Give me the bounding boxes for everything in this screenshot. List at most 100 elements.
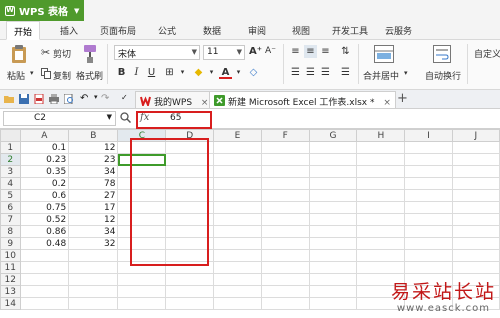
grid-cell[interactable] xyxy=(308,249,358,262)
grid-cell[interactable] xyxy=(68,273,119,286)
grid-cell[interactable] xyxy=(260,165,310,178)
grid-cell[interactable] xyxy=(404,261,453,274)
grid-cell[interactable] xyxy=(451,237,500,250)
export-pdf-icon[interactable] xyxy=(34,94,44,104)
grid-cell[interactable] xyxy=(19,249,70,262)
orientation-icon[interactable]: ⇅ xyxy=(339,45,352,58)
tab-cloud-services[interactable]: 云服务 xyxy=(385,24,412,37)
grid-cell[interactable] xyxy=(451,141,500,154)
new-tab-icon[interactable]: + xyxy=(397,91,408,106)
grid-cell[interactable] xyxy=(308,177,358,190)
row-header[interactable]: 8 xyxy=(0,225,21,238)
grid-cell[interactable] xyxy=(308,213,358,226)
grid-cell[interactable] xyxy=(404,165,453,178)
grid-cell[interactable] xyxy=(356,177,406,190)
zoom-icon[interactable] xyxy=(120,112,131,123)
grid-cell[interactable] xyxy=(260,189,310,202)
grid-cell[interactable] xyxy=(213,213,262,226)
align-left-icon[interactable]: ☰ xyxy=(289,66,302,79)
print-preview-icon[interactable] xyxy=(64,94,74,104)
grid-cell[interactable] xyxy=(260,297,310,310)
row-header[interactable]: 4 xyxy=(0,177,21,190)
grid-cell[interactable] xyxy=(213,165,262,178)
align-bottom-icon[interactable]: ≡ xyxy=(319,45,332,58)
grid-cell[interactable]: 0.6 xyxy=(19,189,70,202)
grid-cell[interactable] xyxy=(308,153,358,166)
grid-cell[interactable]: 0.52 xyxy=(19,213,70,226)
grid-cell[interactable] xyxy=(308,297,358,310)
tab-developer-tools[interactable]: 开发工具 xyxy=(332,24,368,37)
grid-cell[interactable] xyxy=(404,213,453,226)
grid-cell[interactable] xyxy=(404,177,453,190)
row-header[interactable]: 5 xyxy=(0,189,21,202)
grid-cell[interactable] xyxy=(356,141,406,154)
column-header[interactable]: E xyxy=(213,129,262,142)
grid-cell[interactable]: 78 xyxy=(68,177,119,190)
font-name-select[interactable]: 宋体 ▼ xyxy=(114,45,200,60)
grid-cell[interactable] xyxy=(308,273,358,286)
column-header[interactable]: J xyxy=(451,129,500,142)
row-header[interactable]: 10 xyxy=(0,249,21,262)
wps-app-menu-button[interactable]: W WPS 表格 ▼ xyxy=(0,0,84,21)
grid-cell[interactable] xyxy=(213,273,262,286)
grid-cell[interactable] xyxy=(451,165,500,178)
grid-cell[interactable] xyxy=(451,249,500,262)
grid-cell[interactable] xyxy=(260,201,310,214)
close-icon[interactable]: × xyxy=(201,98,209,108)
name-box[interactable]: C2 ▼ xyxy=(3,111,116,126)
grid-cell[interactable]: 34 xyxy=(68,165,119,178)
grid-cell[interactable] xyxy=(451,153,500,166)
grid-cell[interactable] xyxy=(308,141,358,154)
grid-cell[interactable]: 0.75 xyxy=(19,201,70,214)
grid-cell[interactable] xyxy=(260,285,310,298)
grid-cell[interactable]: 0.86 xyxy=(19,225,70,238)
open-folder-icon[interactable] xyxy=(4,94,14,104)
grid-cell[interactable] xyxy=(68,285,119,298)
grid-cell[interactable] xyxy=(308,261,358,274)
grid-cell[interactable] xyxy=(68,297,119,310)
align-right-icon[interactable]: ☰ xyxy=(319,66,332,79)
grid-cell[interactable] xyxy=(68,249,119,262)
doc-tab-workbook[interactable]: 新建 Microsoft Excel 工作表.xlsx * × xyxy=(209,91,396,108)
grid-cell[interactable] xyxy=(19,273,70,286)
tab-page-layout[interactable]: 页面布局 xyxy=(100,24,136,37)
align-top-icon[interactable]: ≡ xyxy=(289,45,302,58)
tab-data[interactable]: 数据 xyxy=(203,24,221,37)
grid-cell[interactable] xyxy=(165,285,215,298)
grid-cell[interactable] xyxy=(356,249,406,262)
justify-icon[interactable]: ☰ xyxy=(339,66,352,79)
grid-cell[interactable] xyxy=(356,225,406,238)
clear-format-icon[interactable]: ◇ xyxy=(247,66,260,79)
grid-cell[interactable] xyxy=(260,273,310,286)
column-header[interactable]: G xyxy=(308,129,358,142)
grid-cell[interactable] xyxy=(213,225,262,238)
column-header[interactable]: F xyxy=(260,129,310,142)
grid-cell[interactable] xyxy=(260,141,310,154)
grid-cell[interactable] xyxy=(356,237,406,250)
redo-icon[interactable]: ↷ xyxy=(101,93,111,104)
decrease-font-size-icon[interactable]: A⁻ xyxy=(264,45,277,58)
grid-cell[interactable] xyxy=(213,285,262,298)
borders-icon[interactable]: ⊞ xyxy=(163,66,176,79)
grid-cell[interactable]: 34 xyxy=(68,225,119,238)
tab-home[interactable]: 开始 xyxy=(6,21,41,40)
column-header[interactable]: H xyxy=(356,129,406,142)
grid-cell[interactable] xyxy=(308,201,358,214)
number-format-select[interactable]: 自定义 xyxy=(474,47,500,60)
align-middle-icon[interactable]: ≡ xyxy=(304,45,317,58)
grid-cell[interactable] xyxy=(213,153,262,166)
select-all-corner[interactable] xyxy=(0,129,21,142)
grid-cell[interactable] xyxy=(213,237,262,250)
grid-cell[interactable] xyxy=(404,237,453,250)
row-header[interactable]: 11 xyxy=(0,261,21,274)
grid-cell[interactable] xyxy=(213,201,262,214)
fill-color-icon[interactable]: ◆ xyxy=(192,66,205,79)
grid-cell[interactable] xyxy=(19,261,70,274)
row-header[interactable]: 14 xyxy=(0,297,21,310)
grid-cell[interactable] xyxy=(213,141,262,154)
grid-cell[interactable]: 0.2 xyxy=(19,177,70,190)
grid-cell[interactable] xyxy=(451,201,500,214)
grid-cell[interactable] xyxy=(404,249,453,262)
row-header[interactable]: 2 xyxy=(0,153,21,166)
grid-cell[interactable] xyxy=(213,177,262,190)
